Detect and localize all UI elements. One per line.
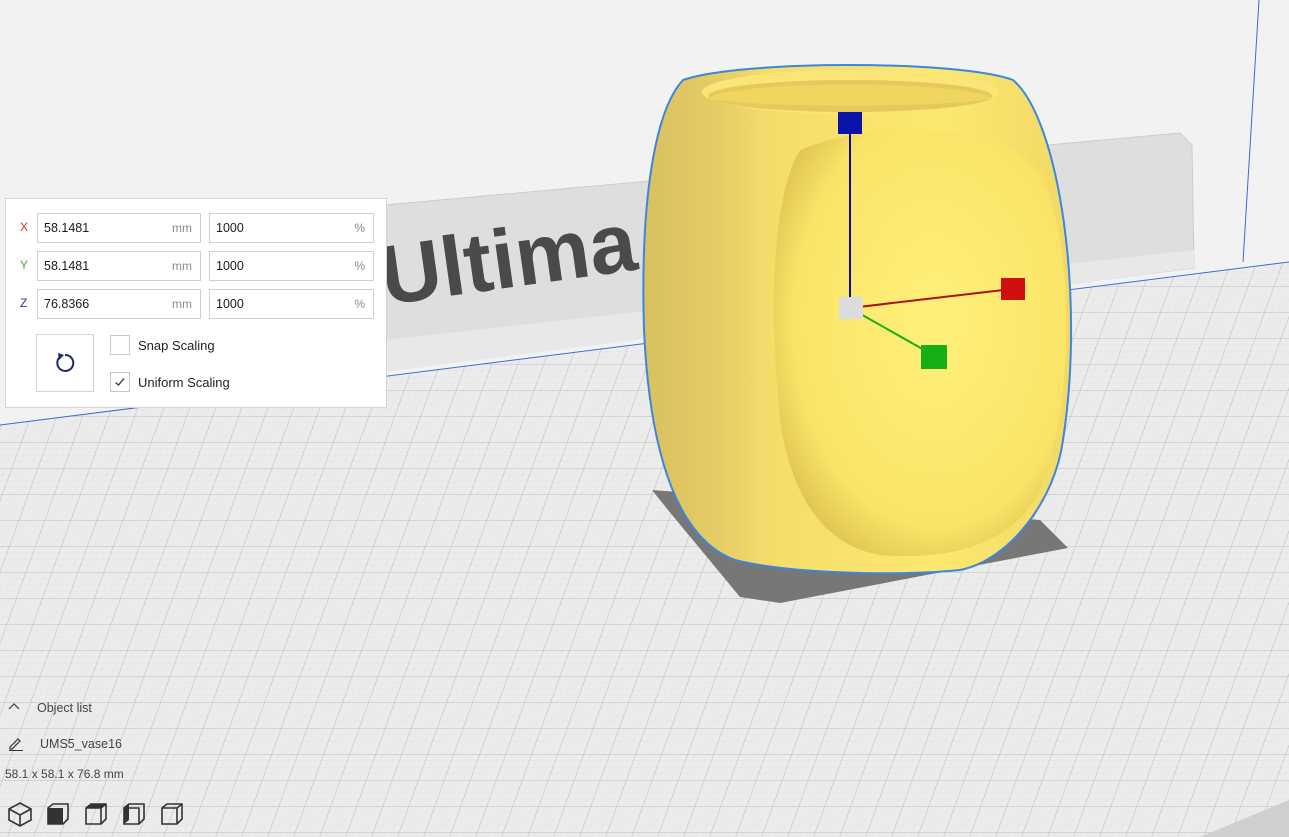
y-size-unit: mm xyxy=(172,259,192,273)
camera-view-toolbar xyxy=(6,800,196,830)
snap-scaling-checkbox[interactable] xyxy=(110,335,130,355)
uniform-scaling-checkbox[interactable] xyxy=(110,372,130,392)
reset-icon xyxy=(56,353,75,372)
z-percent-value: 1000 xyxy=(216,297,244,311)
z-percent-input[interactable]: 1000 % xyxy=(209,289,374,319)
x-scale-handle[interactable] xyxy=(1001,278,1025,300)
y-size-input[interactable]: 58.1481 mm xyxy=(37,251,201,281)
x-size-unit: mm xyxy=(172,221,192,235)
scale-row-y: Y 58.1481 mm 1000 % xyxy=(6,251,388,281)
object-dimensions: 58.1 x 58.1 x 76.8 mm xyxy=(5,767,124,781)
object-list-header[interactable]: Object list xyxy=(37,701,92,715)
chevron-up-icon[interactable] xyxy=(8,702,20,712)
x-size-input[interactable]: 58.1481 mm xyxy=(37,213,201,243)
checkmark-icon xyxy=(115,378,125,386)
scale-row-z: Z 76.8366 mm 1000 % xyxy=(6,289,388,319)
y-size-value: 58.1481 xyxy=(44,259,90,273)
top-view-icon[interactable] xyxy=(82,800,110,828)
snap-scaling-label: Snap Scaling xyxy=(138,338,215,353)
x-axis-label: X xyxy=(20,220,29,234)
scale-row-x: X 58.1481 mm 1000 % xyxy=(6,213,388,243)
x-percent-value: 1000 xyxy=(216,221,244,235)
x-size-value: 58.1481 xyxy=(44,221,90,235)
z-size-input[interactable]: 76.8366 mm xyxy=(37,289,201,319)
x-percent-unit: % xyxy=(354,221,365,235)
uniform-scaling-label: Uniform Scaling xyxy=(138,375,230,390)
object-name[interactable]: UMS5_vase16 xyxy=(40,737,122,751)
z-scale-handle[interactable] xyxy=(838,112,862,134)
z-percent-unit: % xyxy=(354,297,365,311)
pencil-icon[interactable] xyxy=(8,735,24,751)
y-percent-input[interactable]: 1000 % xyxy=(209,251,374,281)
scale-tool-panel: X 58.1481 mm 1000 % Y 58.1481 mm 1000 % … xyxy=(5,198,387,408)
z-size-value: 76.8366 xyxy=(44,297,90,311)
3d-view-icon[interactable] xyxy=(6,800,34,828)
y-scale-handle[interactable] xyxy=(921,345,947,369)
y-axis-label: Y xyxy=(20,258,29,272)
right-view-icon[interactable] xyxy=(158,800,186,828)
reset-scale-button[interactable] xyxy=(36,334,94,392)
z-axis-label: Z xyxy=(20,296,28,310)
left-view-icon[interactable] xyxy=(120,800,148,828)
vase-object[interactable] xyxy=(642,64,1073,575)
y-percent-value: 1000 xyxy=(216,259,244,273)
z-size-unit: mm xyxy=(172,297,192,311)
x-percent-input[interactable]: 1000 % xyxy=(209,213,374,243)
center-scale-handle[interactable] xyxy=(839,297,863,319)
front-view-icon[interactable] xyxy=(44,800,72,828)
y-percent-unit: % xyxy=(354,259,365,273)
